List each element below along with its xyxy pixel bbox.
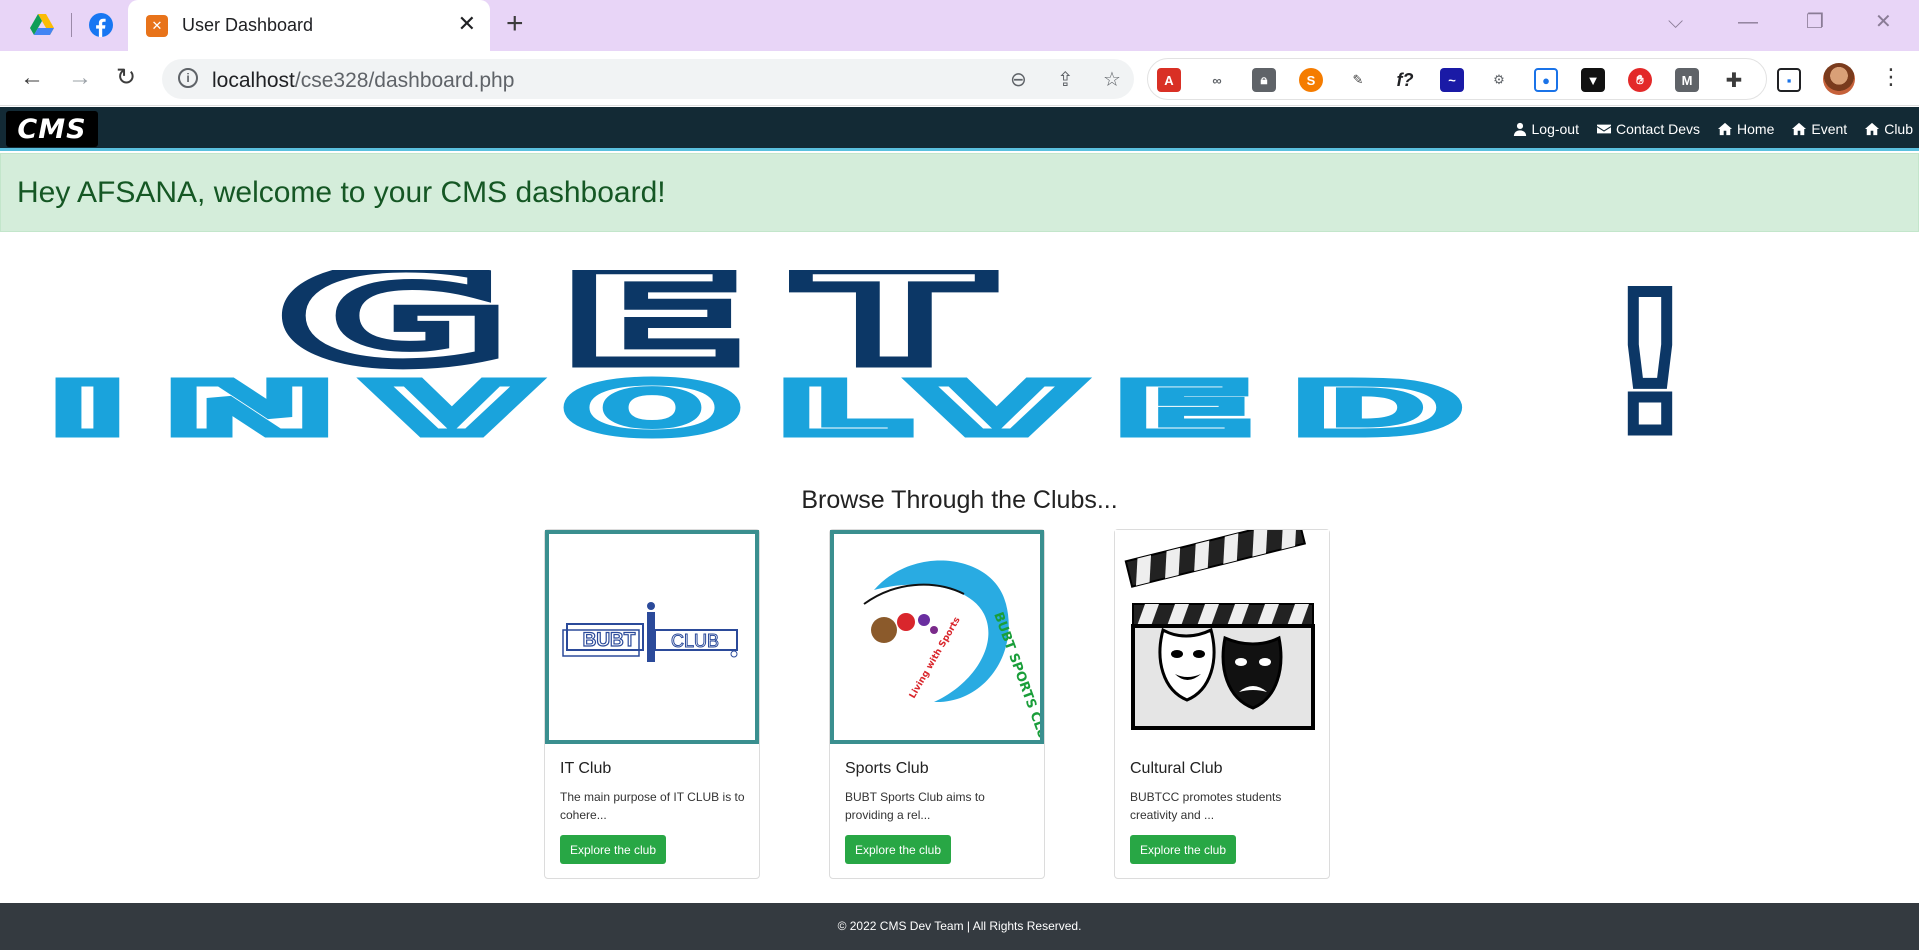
card-title: Sports Club — [845, 760, 929, 777]
banner-line-involved: INVOLVED — [50, 368, 1500, 450]
share-icon[interactable]: ⇪ — [1057, 67, 1074, 92]
svg-text:BUBT: BUBT — [583, 630, 636, 651]
cms-logo[interactable]: CMS — [6, 111, 98, 147]
address-bar[interactable]: i localhost/cse328/dashboard.php ⊖ ⇪ ☆ — [162, 59, 1134, 99]
eyedropper-extension-icon[interactable]: ✎ — [1346, 68, 1370, 92]
puzzle-icon[interactable]: ✚ — [1722, 68, 1746, 92]
nav-label: Event — [1811, 121, 1848, 137]
url-text[interactable]: localhost/cse328/dashboard.php — [212, 69, 514, 93]
minimize-icon[interactable]: — — [1738, 10, 1758, 34]
sports-club-logo[interactable]: BUBT SPORTS CLUB Living with Sports — [830, 530, 1053, 750]
chart-extension-icon[interactable]: ~ — [1440, 68, 1464, 92]
nav-home[interactable]: Home — [1718, 121, 1774, 137]
tab-separator — [71, 13, 72, 37]
lock-extension-icon[interactable]: 🔒︎ — [1252, 68, 1276, 92]
nav-label: Contact Devs — [1615, 121, 1701, 137]
back-icon[interactable]: ← — [20, 64, 44, 92]
avatar[interactable] — [1823, 63, 1855, 95]
site-navbar: CMS Log-out Contact Devs Home Event Club — [0, 107, 1919, 151]
swirl-extension-icon[interactable]: S — [1299, 68, 1323, 92]
explore-cultural-club-button[interactable]: Explore the club — [1130, 835, 1236, 864]
restore-icon[interactable]: ❐ — [1806, 10, 1824, 34]
pdf-extension-icon[interactable]: A — [1157, 68, 1181, 92]
svg-text:BUBT SPORTS CLUB: BUBT SPORTS CLUB — [990, 610, 1040, 740]
home-icon — [1792, 122, 1807, 136]
chevron-down-icon[interactable]: ⌵ — [1668, 10, 1683, 34]
nav-links: Log-out Contact Devs Home Event Club — [1513, 107, 1913, 151]
explore-sports-club-button[interactable]: Explore the club — [845, 835, 951, 864]
nav-event[interactable]: Event — [1792, 121, 1847, 137]
user-icon — [1513, 122, 1526, 136]
club-card-cultural: Cultural Club BUBTCC promotes students c… — [1114, 517, 1330, 879]
club-card-sports: BUBT SPORTS CLUB Living with Sports Spor… — [829, 529, 1053, 879]
nav-label: Log-out — [1531, 121, 1579, 137]
new-tab-icon[interactable]: + — [506, 9, 524, 39]
shield-extension-icon[interactable]: ▼ — [1581, 68, 1605, 92]
nav-label: Home — [1737, 121, 1775, 137]
nav-contact-devs[interactable]: Contact Devs — [1596, 121, 1701, 137]
tab-user-dashboard[interactable]: ✕ User Dashboard ✕ — [128, 0, 490, 51]
explore-it-club-button[interactable]: Explore the club — [560, 835, 666, 864]
card-description: BUBTCC promotes students creativity and … — [1130, 790, 1282, 822]
browser-toolbar: ← → ↻ i localhost/cse328/dashboard.php ⊖… — [0, 51, 1919, 106]
welcome-alert: Hey AFSANA, welcome to your CMS dashboar… — [0, 153, 1919, 232]
card-title: Cultural Club — [1130, 760, 1223, 777]
xampp-icon: ✕ — [146, 15, 168, 37]
browse-heading: Browse Through the Clubs... — [801, 486, 1118, 514]
card-description: BUBT Sports Club aims to providing a rel… — [845, 790, 985, 822]
zoom-out-icon[interactable]: ⊖ — [1010, 67, 1027, 92]
site-footer: © 2022 CMS Dev Team | All Rights Reserve… — [0, 903, 1919, 950]
cultural-club-clapperboard[interactable] — [1115, 517, 1329, 744]
browser-tab-bar: ✕ User Dashboard ✕ + ⌵ — ❐ ✕ — [0, 0, 1919, 51]
bookmark-star-icon[interactable]: ☆ — [1103, 67, 1121, 92]
home-icon — [1865, 122, 1880, 136]
gear-extension-icon[interactable]: ⚙ — [1487, 68, 1511, 92]
nav-label: Club — [1884, 121, 1913, 137]
it-club-logo[interactable]: BUBT CLUB — [545, 530, 759, 744]
font-extension-icon[interactable]: f? — [1393, 68, 1417, 92]
menu-kebab-icon[interactable]: ⋮ — [1880, 63, 1902, 91]
window-close-icon[interactable]: ✕ — [1875, 10, 1892, 34]
google-drive-icon[interactable] — [29, 12, 55, 38]
svg-text:CLUB: CLUB — [671, 631, 719, 651]
card-description: The main purpose of IT CLUB is to cohere… — [560, 790, 745, 822]
tab-title: User Dashboard — [182, 15, 314, 35]
banner-exclamation: ! — [1607, 270, 1694, 455]
link-extension-icon[interactable]: ∞ — [1205, 68, 1229, 92]
extensions-area: A ∞ 🔒︎ S ✎ f? ~ ⚙ ● ▼ ✋︎ M ✚ — [1147, 58, 1767, 100]
m-extension-icon[interactable]: M — [1675, 68, 1699, 92]
get-involved-banner: GET INVOLVED ! — [46, 270, 1699, 455]
close-icon[interactable]: ✕ — [458, 12, 476, 36]
info-icon[interactable]: i — [178, 68, 198, 88]
card-title: IT Club — [560, 760, 612, 777]
club-card-it: BUBT CLUB IT Club The main purpose of IT… — [544, 529, 760, 879]
screen-extension-icon[interactable]: ● — [1534, 68, 1558, 92]
sidebar-icon[interactable]: ▪ — [1777, 68, 1801, 92]
nav-club[interactable]: Club — [1865, 121, 1913, 137]
facebook-icon[interactable] — [88, 12, 114, 38]
welcome-message: Hey AFSANA, welcome to your CMS dashboar… — [17, 176, 666, 209]
home-icon — [1718, 122, 1733, 136]
nav-logout[interactable]: Log-out — [1513, 121, 1579, 137]
forward-icon[interactable]: → — [68, 64, 92, 92]
reload-icon[interactable]: ↻ — [116, 64, 136, 92]
stop-hand-extension-icon[interactable]: ✋︎ — [1628, 68, 1652, 92]
envelope-icon — [1596, 124, 1611, 134]
